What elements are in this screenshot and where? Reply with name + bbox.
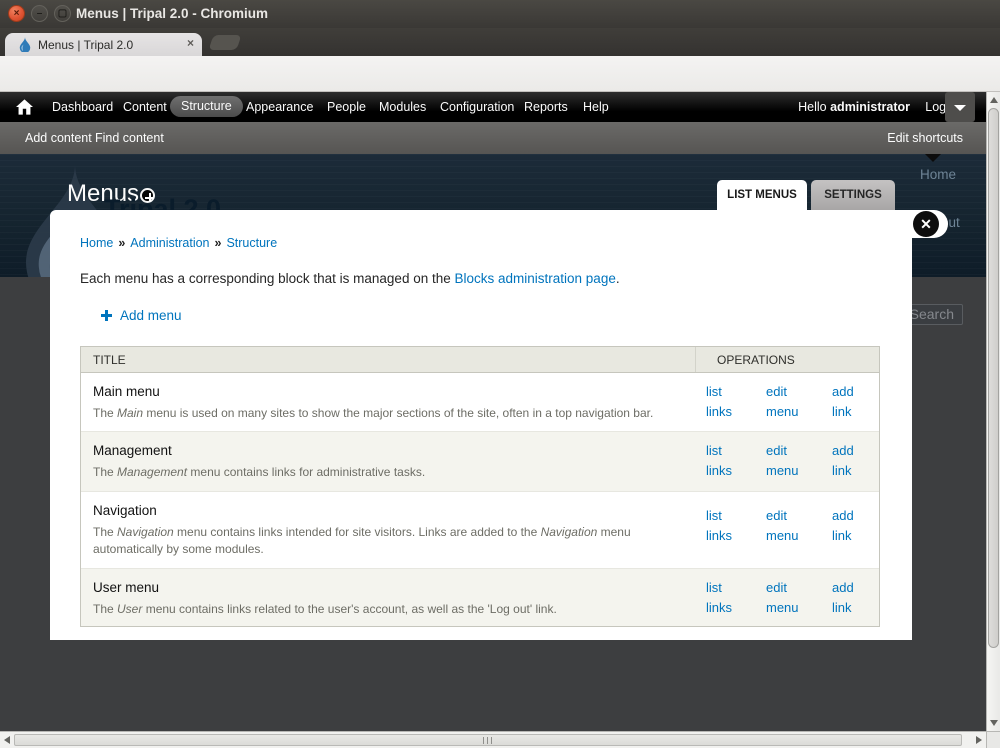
tab-strip: Menus | Tripal 2.0 × <box>0 28 1000 56</box>
browser-navbar: ❮ ❯ ⟳ localhost/#overlay=admin/structure… <box>0 56 1000 92</box>
window-title: Menus | Tripal 2.0 - Chromium <box>76 6 268 21</box>
greeting-text: Hello <box>798 100 827 114</box>
toolbar-item-reports[interactable]: Reports <box>516 92 576 122</box>
menu-description: The Main menu is used on many sites to s… <box>93 405 678 422</box>
vertical-scrollbar[interactable] <box>986 92 1000 731</box>
shortcut-indicator-triangle-icon <box>925 154 941 162</box>
add-menu-action: Add menu <box>101 307 882 323</box>
tab-settings[interactable]: SETTINGS <box>811 180 895 210</box>
row-operations: list links edit menu add link <box>695 506 881 546</box>
scroll-down-icon[interactable] <box>990 720 998 726</box>
window-titlebar: × – ▢ Menus | Tripal 2.0 - Chromium <box>0 0 1000 28</box>
shortcut-bar: Add content Find content Edit shortcuts <box>0 122 1000 154</box>
tab-close-icon[interactable]: × <box>187 36 194 50</box>
edit-menu-link[interactable]: edit menu <box>766 382 808 422</box>
list-links-link[interactable]: list links <box>706 506 748 546</box>
row-operations: list links edit menu add link <box>695 578 881 618</box>
menu-description: The Management menu contains links for a… <box>93 464 678 481</box>
blocks-administration-link[interactable]: Blocks administration page <box>455 271 616 286</box>
toolbar-account-link[interactable]: Hello administrator <box>798 92 910 122</box>
breadcrumb-separator: » <box>215 236 222 250</box>
overlay-modal: Home » Administration » Structure Each menu … <box>50 210 912 640</box>
add-link-link[interactable]: add link <box>832 382 874 422</box>
tab-title: Menus | Tripal 2.0 <box>38 38 133 52</box>
home-icon[interactable] <box>16 99 33 115</box>
close-icon[interactable]: ✕ <box>913 211 939 237</box>
toolbar-item-dashboard[interactable]: Dashboard <box>44 92 121 122</box>
toolbar-item-content[interactable]: Content <box>115 92 175 122</box>
table-row: Main menu The Main menu is used on many … <box>81 373 879 431</box>
scroll-left-icon[interactable] <box>4 736 10 744</box>
vertical-scroll-thumb[interactable] <box>988 108 999 648</box>
breadcrumb-separator: » <box>118 236 125 250</box>
breadcrumb-structure[interactable]: Structure <box>226 236 277 250</box>
toolbar-item-modules[interactable]: Modules <box>371 92 434 122</box>
username-text: administrator <box>830 100 910 114</box>
toolbar-item-people[interactable]: People <box>319 92 374 122</box>
intro-suffix: . <box>616 271 620 286</box>
add-menu-link[interactable]: Add menu <box>120 308 182 323</box>
column-header-operations: OPERATIONS <box>695 347 879 372</box>
edit-menu-link[interactable]: edit menu <box>766 578 808 618</box>
table-row: User menu The User menu contains links r… <box>81 568 879 626</box>
breadcrumb-home[interactable]: Home <box>80 236 113 250</box>
toolbar-item-appearance[interactable]: Appearance <box>238 92 321 122</box>
intro-text-part: Each menu has a corresponding block that… <box>80 271 455 286</box>
new-tab-button[interactable] <box>209 35 242 50</box>
row-operations: list links edit menu add link <box>695 441 881 481</box>
toolbar-item-configuration[interactable]: Configuration <box>432 92 522 122</box>
list-links-link[interactable]: list links <box>706 382 748 422</box>
intro-text: Each menu has a corresponding block that… <box>80 271 882 286</box>
table-header-row: TITLE OPERATIONS <box>81 347 879 373</box>
background-home-link[interactable]: Home <box>920 167 956 182</box>
toolbar-drawer-toggle[interactable] <box>945 92 975 122</box>
scroll-right-icon[interactable] <box>976 736 982 744</box>
toolbar-item-structure[interactable]: Structure <box>170 96 243 117</box>
window-maximize-button[interactable]: ▢ <box>54 5 71 22</box>
menus-table: TITLE OPERATIONS Main menu The Main menu… <box>80 346 880 627</box>
horizontal-scrollbar[interactable] <box>0 731 986 748</box>
breadcrumb-administration[interactable]: Administration <box>130 236 209 250</box>
plus-icon <box>101 310 112 321</box>
browser-tab[interactable]: Menus | Tripal 2.0 × <box>5 33 202 56</box>
row-operations: list links edit menu add link <box>695 382 881 422</box>
add-link-link[interactable]: add link <box>832 441 874 481</box>
horizontal-scroll-thumb[interactable] <box>14 734 962 746</box>
menu-description: The User menu contains links related to … <box>93 601 678 618</box>
add-link-link[interactable]: add link <box>832 506 874 546</box>
edit-shortcuts-link[interactable]: Edit shortcuts <box>887 122 963 154</box>
menu-description: The Navigation menu contains links inten… <box>93 524 678 559</box>
table-row: Management The Management menu contains … <box>81 431 879 491</box>
toolbar-item-help[interactable]: Help <box>575 92 617 122</box>
scrollbar-corner <box>986 731 1000 748</box>
drupal-favicon-icon <box>18 37 32 52</box>
breadcrumb: Home » Administration » Structure <box>80 236 882 250</box>
list-links-link[interactable]: list links <box>706 441 748 481</box>
admin-toolbar: Dashboard Content Structure Appearance P… <box>0 92 1000 122</box>
edit-menu-link[interactable]: edit menu <box>766 506 808 546</box>
shortcut-add-content[interactable]: Add content <box>25 122 92 154</box>
list-links-link[interactable]: list links <box>706 578 748 618</box>
column-header-title: TITLE <box>81 353 695 367</box>
edit-menu-link[interactable]: edit menu <box>766 441 808 481</box>
chevron-down-icon <box>954 105 966 111</box>
window-minimize-button[interactable]: – <box>31 5 48 22</box>
window-close-button[interactable]: × <box>8 5 25 22</box>
tab-list-menus[interactable]: LIST MENUS <box>717 180 807 210</box>
add-link-link[interactable]: add link <box>832 578 874 618</box>
scroll-up-icon[interactable] <box>990 97 998 103</box>
shortcut-find-content[interactable]: Find content <box>95 122 164 154</box>
table-row: Navigation The Navigation menu contains … <box>81 491 879 568</box>
